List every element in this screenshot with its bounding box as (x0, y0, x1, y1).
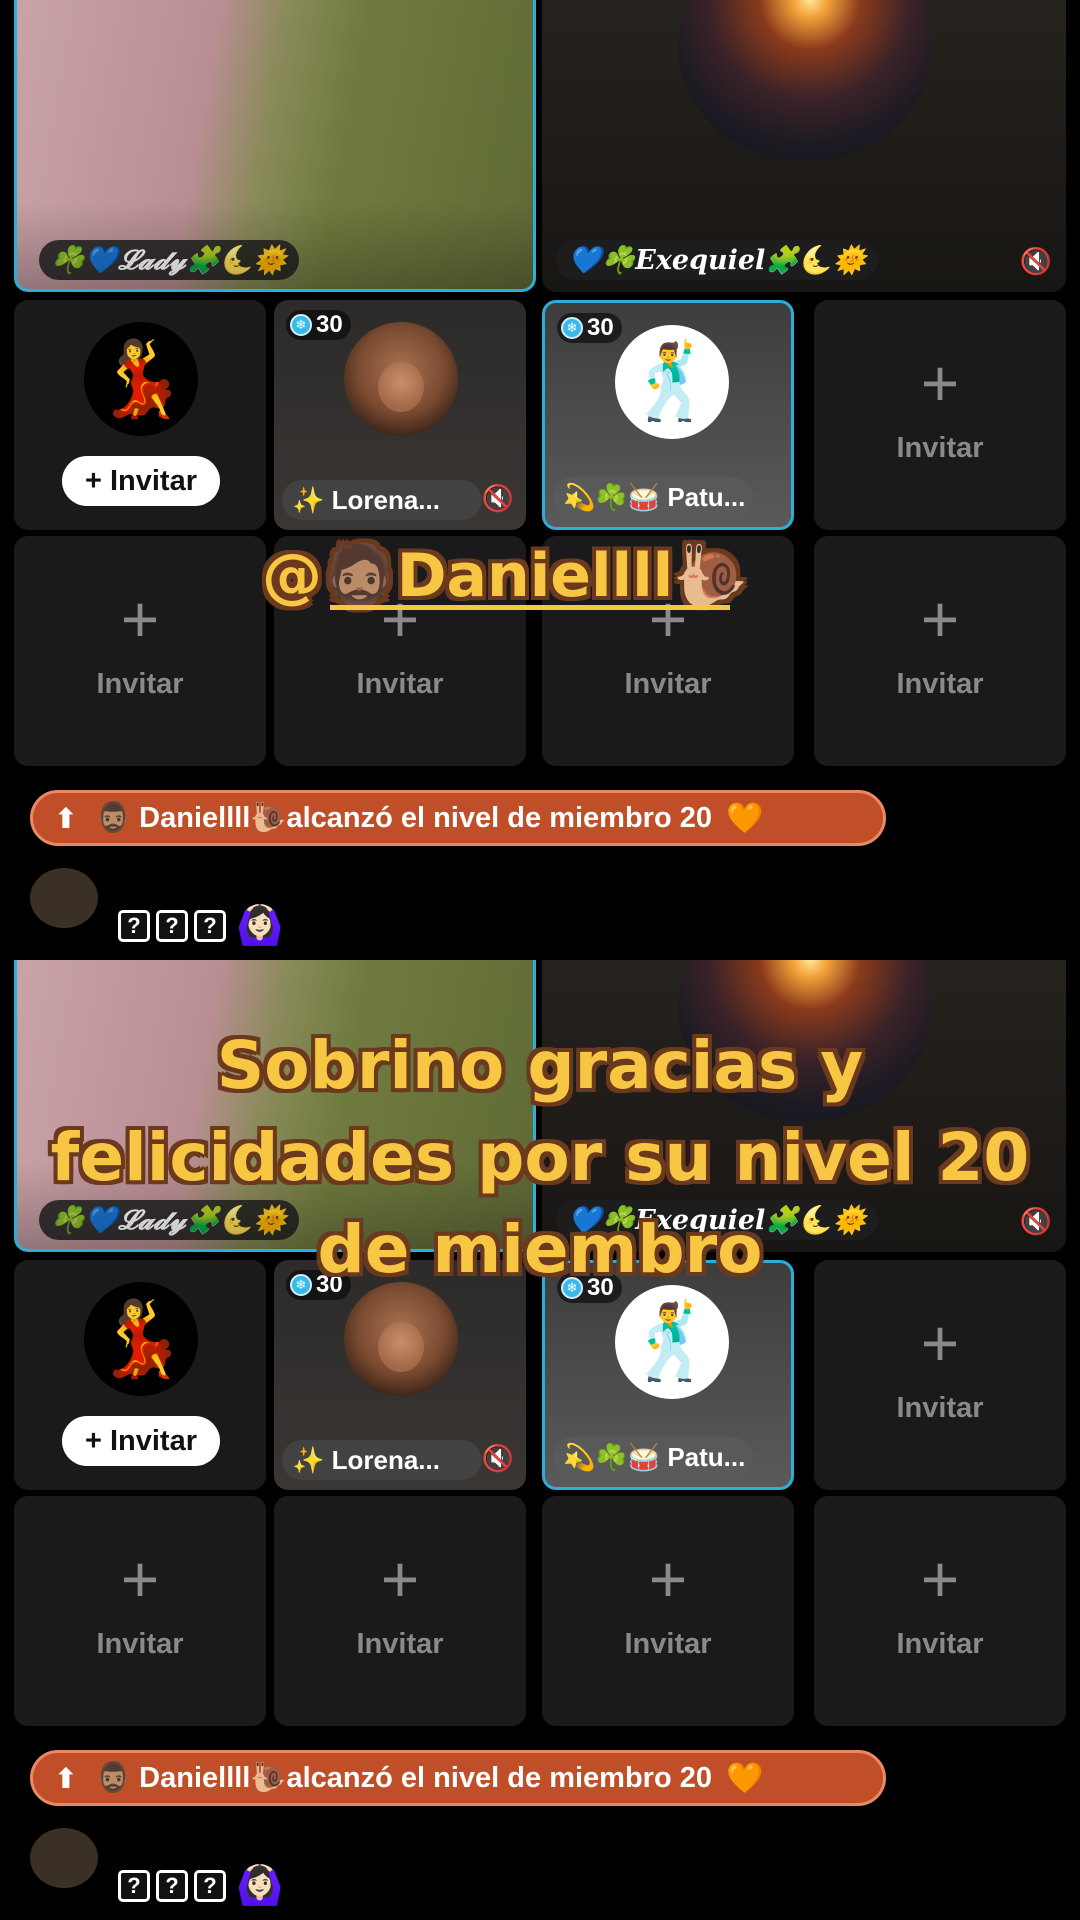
invite-label: Invitar (896, 1628, 984, 1660)
empty-slot[interactable]: + Invitar (274, 1496, 526, 1726)
mention-overlay: @🧔🏽Daniellll🐌 (262, 541, 748, 611)
guest-name-pill: ✨ Lorena... (282, 480, 482, 520)
host-video-tile[interactable]: ☘️💙𝓛𝓪𝓭𝔂🧩🌜🌞 (14, 0, 536, 292)
caption-overlay: Sobrino gracias y felicidades por su niv… (50, 1027, 1030, 1288)
invite-label: Invitar (896, 432, 984, 464)
invite-label: Invitar (624, 668, 712, 700)
viewer-avatar: 💃 (84, 322, 198, 436)
plus-icon: + (120, 582, 160, 656)
arrow-up-icon: ⬆ (54, 802, 78, 834)
invite-button[interactable]: + Invitar (62, 456, 220, 506)
emoji-icon: 🙆🏻‍♀️ (236, 1865, 284, 1907)
plus-icon: + (920, 582, 960, 656)
unknown-glyph-box: ? (118, 1870, 150, 1902)
level-up-banner: ⬆ 🧔🏽‍♂️ Daniellll🐌 alcanzó el nivel de m… (30, 790, 886, 846)
invite-label: Invitar (96, 1628, 184, 1660)
empty-slot[interactable]: + Invitar (814, 536, 1066, 766)
guest-avatar: 🕺 (615, 325, 729, 439)
comment-content: ? ? ? 🙆🏻‍♀️ (118, 904, 283, 948)
unknown-glyph-box: ? (156, 910, 188, 942)
guest-name-pill: 💫☘️🥁 Patu... (553, 1437, 753, 1477)
cohost-name-pill: 💙☘️𝑬𝒙𝒆𝒒𝒖𝒊𝒆𝒍🧩🌜🌞 (556, 240, 879, 280)
empty-slot[interactable]: + Invitar (14, 1496, 266, 1726)
plus-icon: + (920, 1306, 960, 1380)
unknown-glyph-box: ? (156, 1870, 188, 1902)
mic-off-icon: 🔇 (481, 483, 514, 513)
plus-icon: + (120, 1542, 160, 1616)
empty-slot[interactable]: + Invitar (814, 1496, 1066, 1726)
unknown-glyph-box: ? (194, 910, 226, 942)
banner-text: alcanzó el nivel de miembro 20 (286, 801, 712, 834)
guest-name-pill: ✨ Lorena... (282, 1440, 482, 1480)
plus-icon: + (380, 1542, 420, 1616)
comment-avatar (30, 868, 98, 928)
unknown-glyph-box: ? (194, 1870, 226, 1902)
viewer-avatar: 💃 (84, 1282, 198, 1396)
invite-button[interactable]: + Invitar (62, 1416, 220, 1466)
viewer-slot: 💃 + Invitar (14, 300, 266, 530)
invite-label: Invitar (96, 668, 184, 700)
plus-icon: + (920, 1542, 960, 1616)
banner-user: 🧔🏽‍♂️ Daniellll🐌 (95, 1762, 287, 1794)
invite-label: Invitar (356, 1628, 444, 1660)
guest-avatar: 🕺 (615, 1285, 729, 1399)
plus-icon: + (648, 1542, 688, 1616)
mention-underline (330, 605, 730, 610)
empty-slot[interactable]: + Invitar (814, 300, 1066, 530)
mic-off-icon: 🔇 (1019, 246, 1052, 276)
dancing-kid-icon: 🕺 (625, 1299, 719, 1383)
guest-slot-lorena[interactable]: ❄ 30 ✨ Lorena... 🔇 (274, 300, 526, 530)
guest-name-pill: 💫☘️🥁 Patu... (553, 477, 753, 517)
guest-avatar (344, 322, 458, 436)
banner-text: alcanzó el nivel de miembro 20 (286, 1761, 712, 1794)
unknown-glyph-box: ? (118, 910, 150, 942)
empty-slot[interactable]: + Invitar (14, 536, 266, 766)
cohost-avatar-sunset (678, 0, 932, 162)
guest-avatar (344, 1282, 458, 1396)
invite-label: Invitar (624, 1628, 712, 1660)
comment-content: ? ? ? 🙆🏻‍♀️ (118, 1864, 283, 1908)
level-gem-icon: ❄ (290, 314, 312, 336)
level-badge: ❄ 30 (557, 313, 622, 343)
level-up-banner: ⬆ 🧔🏽‍♂️ Daniellll🐌 alcanzó el nivel de m… (30, 1750, 886, 1806)
invite-label: Invitar (356, 668, 444, 700)
heart-icon: 🧡 (725, 1761, 764, 1795)
dancing-kid-icon: 🕺 (625, 339, 719, 423)
host-name-pill: ☘️💙𝓛𝓪𝓭𝔂🧩🌜🌞 (39, 240, 299, 280)
plus-icon: + (920, 346, 960, 420)
comment-avatar (30, 1828, 98, 1888)
screen-section-top: ☘️💙𝓛𝓪𝓭𝔂🧩🌜🌞 💙☘️𝑬𝒙𝒆𝒒𝒖𝒊𝒆𝒍🧩🌜🌞 🔇 💃 + Invitar … (0, 0, 1080, 960)
arrow-up-icon: ⬆ (54, 1762, 78, 1794)
guest-slot-patu[interactable]: ❄ 30 🕺 💫☘️🥁 Patu... (542, 300, 794, 530)
cohost-video-tile[interactable]: 💙☘️𝑬𝒙𝒆𝒒𝒖𝒊𝒆𝒍🧩🌜🌞 🔇 (542, 0, 1066, 292)
level-badge: ❄ 30 (286, 310, 351, 340)
mic-off-icon: 🔇 (481, 1443, 514, 1473)
invite-label: Invitar (896, 668, 984, 700)
heart-icon: 🧡 (725, 801, 764, 835)
invite-label: Invitar (896, 1392, 984, 1424)
level-gem-icon: ❄ (561, 317, 583, 339)
empty-slot[interactable]: + Invitar (542, 1496, 794, 1726)
emoji-icon: 🙆🏻‍♀️ (236, 905, 284, 947)
banner-user: 🧔🏽‍♂️ Daniellll🐌 (95, 802, 287, 834)
